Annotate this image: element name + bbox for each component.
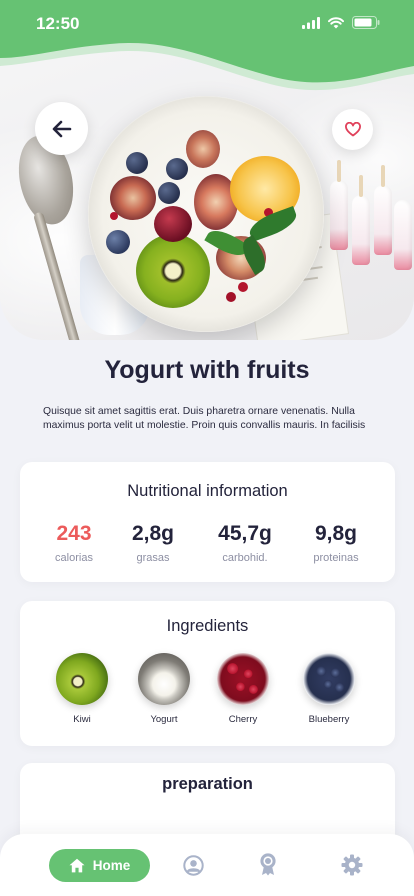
status-icons (302, 16, 380, 29)
stat-value: 45,7g (218, 522, 272, 545)
ingredients-card: Ingredients Kiwi Yogurt Cherry Blueberry (20, 601, 395, 746)
popsicle (394, 200, 412, 270)
popsicle (330, 180, 348, 250)
stat-value: 9,8g (314, 522, 358, 545)
ingredient-label: Yogurt (150, 714, 178, 725)
user-icon (183, 855, 204, 876)
cherry (154, 206, 192, 242)
ingredient-cherry[interactable]: Cherry (208, 653, 278, 725)
home-icon (69, 858, 85, 873)
arrow-left-icon (52, 120, 71, 137)
kiwi-image (56, 653, 108, 705)
nutrition-stat-fat: 2,8g grasas (113, 522, 193, 564)
yogurt-image (138, 653, 190, 705)
recipe-title: Yogurt with fruits (104, 356, 310, 384)
nutrition-card: Nutritional information 243 calorias 2,8… (20, 462, 395, 582)
nutrition-title: Nutritional information (127, 482, 288, 500)
award-icon (260, 853, 276, 876)
heart-icon (344, 122, 361, 137)
bottom-nav: Home (0, 834, 414, 896)
popsicle (374, 185, 392, 255)
nutrition-stat-calories: 243 calorias (34, 522, 114, 564)
favorite-button[interactable] (332, 109, 373, 150)
wifi-icon (328, 16, 344, 28)
popsicle (352, 195, 370, 265)
popsicle-stick (359, 175, 363, 197)
pomegranate (238, 282, 248, 292)
stat-label: carbohid. (222, 552, 268, 564)
nutrition-stat-protein: 9,8g proteinas (296, 522, 376, 564)
ingredient-label: Blueberry (308, 714, 350, 725)
gear-icon (341, 854, 363, 876)
blueberry-image (303, 653, 355, 705)
nav-settings-button[interactable] (341, 854, 363, 881)
status-time: 12:50 (36, 14, 80, 33)
battery-icon (352, 16, 380, 29)
pomegranate (226, 292, 236, 302)
nav-awards-button[interactable] (259, 853, 277, 881)
ingredient-label: Kiwi (73, 714, 91, 725)
blueberry (106, 230, 130, 254)
ingredient-blueberry[interactable]: Blueberry (294, 653, 364, 725)
blueberry (126, 152, 148, 174)
nav-profile-button[interactable] (183, 855, 204, 881)
cherry-image (217, 653, 269, 705)
nav-home-label: Home (92, 858, 131, 873)
status-bar: 12:50 (0, 0, 414, 48)
nutrition-stat-carbs: 45,7g carbohid. (205, 522, 285, 564)
ingredient-label: Cherry (228, 714, 258, 725)
ingredient-kiwi[interactable]: Kiwi (47, 653, 117, 725)
stat-label: grasas (136, 552, 170, 564)
preparation-title: preparation (162, 775, 253, 793)
popsicle-stick (381, 165, 385, 187)
stat-label: proteinas (313, 552, 359, 564)
yogurt-bowl (88, 96, 324, 332)
pomegranate (110, 212, 118, 220)
signal-icon (302, 16, 320, 29)
stat-label: calorias (55, 552, 93, 564)
popsicle-stick (337, 160, 341, 182)
stat-value: 243 (56, 522, 92, 545)
nav-home-button[interactable]: Home (49, 849, 150, 882)
kiwi-slice (136, 234, 210, 308)
ingredient-yogurt[interactable]: Yogurt (129, 653, 199, 725)
fig (186, 130, 220, 168)
ingredients-title: Ingredients (166, 617, 249, 635)
blueberry (158, 182, 180, 204)
stat-value: 2,8g (131, 522, 175, 545)
blueberry (166, 158, 188, 180)
recipe-description: Quisque sit amet sagittis erat. Duis pha… (43, 406, 366, 431)
back-button[interactable] (35, 102, 88, 155)
